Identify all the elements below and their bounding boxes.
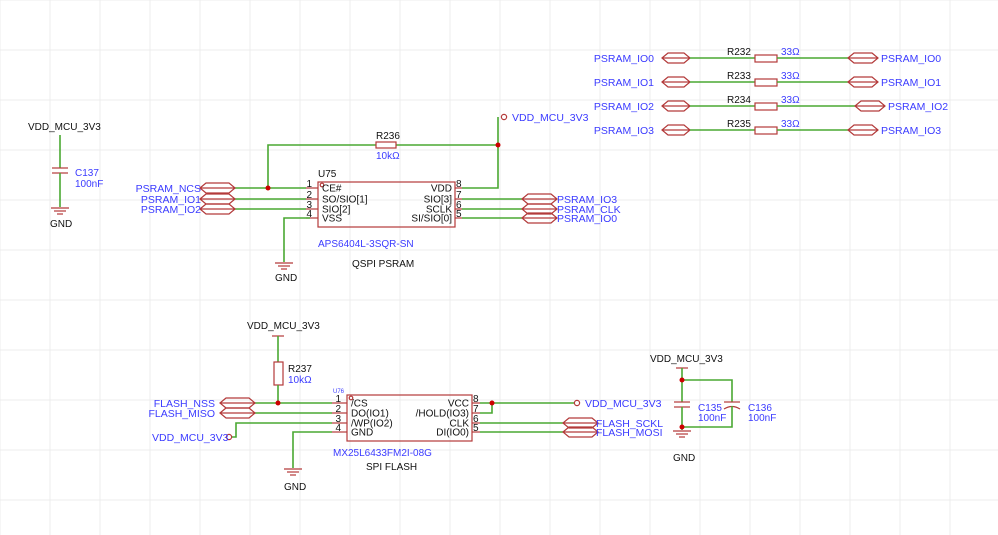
power-port: [573, 399, 581, 407]
schematic-canvas[interactable]: VDD_MCU_3V3 C137 100nF GND U75 APS6404L-…: [0, 0, 998, 535]
pin-number: 4: [335, 423, 341, 434]
gnd-symbol: [51, 207, 69, 215]
value-label: 33Ω: [781, 119, 800, 130]
net-label: PSRAM_IO0: [594, 53, 654, 65]
gnd-label: GND: [50, 219, 72, 230]
value-label: 33Ω: [781, 47, 800, 58]
net-port[interactable]: [199, 203, 236, 215]
net-label: VDD_MCU_3V3: [585, 398, 662, 410]
net-label: VDD_MCU_3V3: [152, 432, 229, 444]
net-label: PSRAM_IO2: [888, 101, 948, 113]
grid: [0, 0, 998, 535]
gnd-label: GND: [284, 482, 306, 493]
net-label: FLASH_MOSI: [596, 427, 663, 439]
pin-name: SI/SIO[0]: [411, 214, 452, 225]
net-port[interactable]: [847, 124, 879, 136]
ref-label: R237: [288, 364, 312, 375]
value-label: 33Ω: [781, 71, 800, 82]
net-port[interactable]: [661, 124, 691, 136]
pin-number: 5: [456, 209, 462, 220]
net-port[interactable]: [847, 52, 879, 64]
net-label: PSRAM_IO0: [881, 53, 941, 65]
resistor-r235[interactable]: PSRAM_IO3 PSRAM_IO3 R235 33Ω: [594, 119, 941, 137]
block-title: SPI FLASH: [366, 462, 417, 473]
part-label: MX25L6433FM2I-08G: [333, 448, 432, 459]
gnd-symbol: [275, 262, 293, 270]
ref-label: R232: [727, 47, 751, 58]
net-port[interactable]: [661, 76, 691, 88]
value-label: 100nF: [698, 413, 726, 424]
gnd-label: GND: [673, 453, 695, 464]
resistor-r237[interactable]: [273, 361, 284, 386]
power-label: VDD_MCU_3V3: [28, 122, 101, 133]
pin-name: VDD: [431, 184, 452, 195]
pin-number: 8: [456, 179, 462, 190]
net-label: PSRAM_IO2: [594, 101, 654, 113]
pin-number: 5: [473, 423, 479, 434]
ref-label: R236: [376, 131, 400, 142]
power-label: VDD_MCU_3V3: [512, 112, 589, 124]
decoupling-caps[interactable]: VDD_MCU_3V3 GND C135 100nF C136 100nF: [650, 354, 776, 464]
pin-number: 1: [306, 179, 312, 190]
net-label: PSRAM_IO0: [557, 213, 617, 225]
gnd-symbol: [284, 468, 302, 476]
resistor-r234[interactable]: PSRAM_IO2 PSRAM_IO2 R234 33Ω: [594, 95, 948, 113]
net-label: PSRAM_IO2: [141, 204, 201, 216]
net-label: PSRAM_IO1: [594, 77, 654, 89]
pin-name: GND: [351, 428, 373, 439]
net-port[interactable]: [521, 193, 558, 205]
net-label: PSRAM_IO1: [881, 77, 941, 89]
pin-name: VSS: [322, 214, 342, 225]
net-port[interactable]: [199, 182, 236, 194]
value-label: 10kΩ: [376, 151, 400, 162]
schematic: VDD_MCU_3V3 C137 100nF GND U75 APS6404L-…: [0, 0, 998, 535]
power-label: VDD_MCU_3V3: [650, 354, 723, 365]
psram-u75[interactable]: U75 APS6404L-3SQR-SN QSPI PSRAM CE# 1 PSRA…: [136, 112, 621, 284]
net-label: FLASH_MISO: [148, 408, 215, 420]
capacitor-c137[interactable]: VDD_MCU_3V3 C137 100nF GND: [28, 122, 103, 230]
flash-u76[interactable]: U76 MX25L6433FM2I-08G SPI FLASH /CS1FLAS…: [148, 321, 663, 493]
net-port[interactable]: [199, 193, 236, 205]
ref-label: R233: [727, 71, 751, 82]
pin-name: DI(IO0): [436, 428, 469, 439]
gnd-label: GND: [275, 273, 297, 284]
net-port[interactable]: [847, 76, 879, 88]
net-port[interactable]: [661, 52, 691, 64]
ref-label: R235: [727, 119, 751, 130]
gnd-symbol: [673, 430, 691, 438]
block-title: QSPI PSRAM: [352, 259, 414, 270]
power-port: [500, 113, 508, 121]
ref-label: C137: [75, 168, 99, 179]
ref-label: R234: [727, 95, 751, 106]
value-label: 100nF: [75, 179, 103, 190]
ref-label: U75: [318, 169, 337, 180]
series-resistors: PSRAM_IO0 PSRAM_IO0R232 33ΩPSRAM_IO1 PSRAM_…: [594, 47, 948, 137]
value-label: 100nF: [748, 413, 776, 424]
power-label: VDD_MCU_3V3: [247, 321, 320, 332]
resistor-r236[interactable]: [375, 141, 397, 149]
value-label: 33Ω: [781, 95, 800, 106]
net-port[interactable]: [661, 100, 691, 112]
pin-name: CE#: [322, 184, 342, 195]
net-port[interactable]: [854, 100, 886, 112]
resistor-r233[interactable]: PSRAM_IO1 PSRAM_IO1 R233 33Ω: [594, 71, 941, 89]
value-label: 10kΩ: [288, 375, 312, 386]
net-label: PSRAM_IO3: [881, 125, 941, 137]
part-label: APS6404L-3SQR-SN: [318, 239, 414, 250]
net-label: PSRAM_IO3: [594, 125, 654, 137]
